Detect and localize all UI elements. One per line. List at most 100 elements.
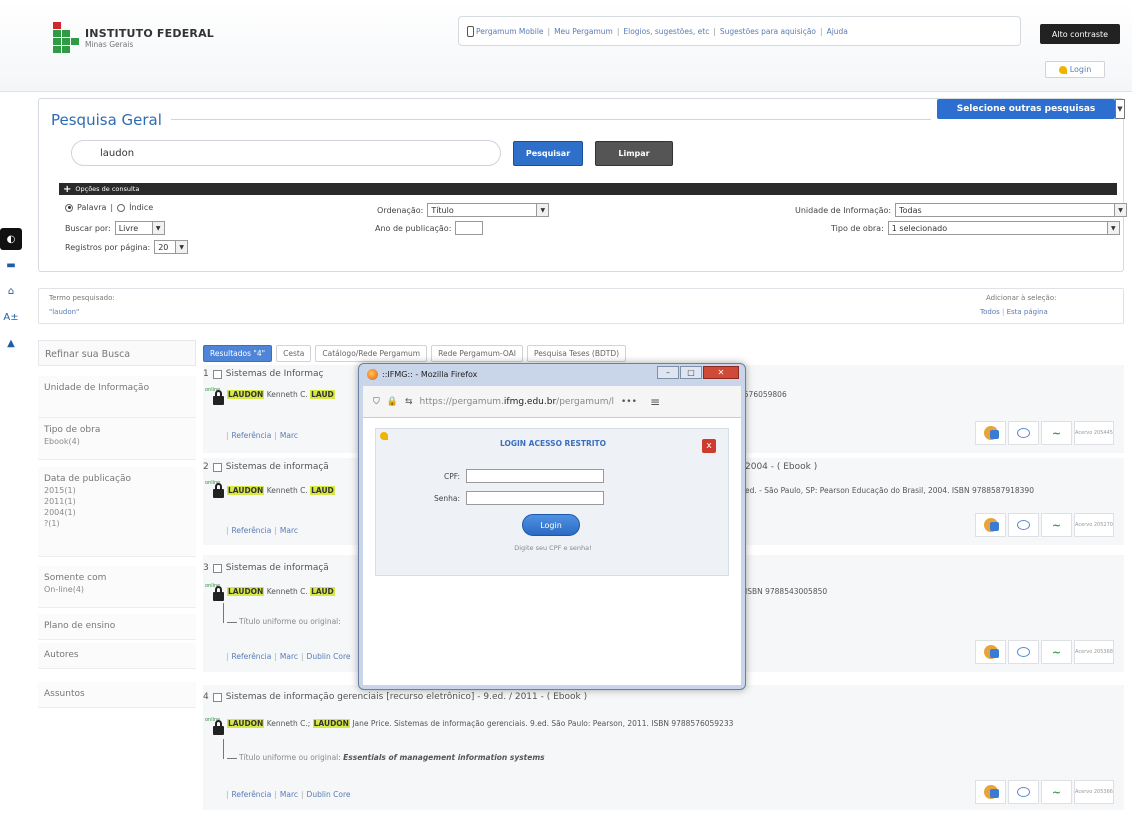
result-actions: ~ Acervo 205368 <box>975 640 1114 664</box>
comment-icon <box>1017 428 1030 438</box>
arrow-up-icon[interactable]: ▲ <box>0 332 22 354</box>
tab-cesta[interactable]: Cesta <box>276 345 312 362</box>
registros-select[interactable]: 20 ▼ <box>154 240 189 254</box>
result-title[interactable]: Sistemas de informaçã <box>226 462 329 472</box>
select-page-link[interactable]: Esta página <box>1007 308 1048 316</box>
nav-sugestoes-aquisicao[interactable]: Sugestões para aquisição <box>720 27 816 36</box>
result-checkbox[interactable] <box>212 462 222 472</box>
maximize-button[interactable]: □ <box>680 366 702 379</box>
radio-palavra[interactable] <box>65 203 73 212</box>
login-hint: Digite seu CPF e senha! <box>514 544 592 552</box>
result-checkbox[interactable] <box>212 369 222 379</box>
nav-pergamum-mobile[interactable]: Pergamum Mobile <box>476 27 544 36</box>
referencia-link[interactable]: Referência <box>232 652 272 661</box>
nav-elogios[interactable]: Elogios, sugestões, etc <box>623 27 709 36</box>
reserve-button[interactable] <box>975 640 1006 664</box>
result-title[interactable]: Sistemas de informação gerenciais [recur… <box>226 692 587 702</box>
refine-data-values[interactable]: 2015(1) 2011(1) 2004(1) ?(1) <box>44 485 190 529</box>
select-all-link[interactable]: Todos <box>980 308 1000 316</box>
senha-input[interactable] <box>466 491 604 505</box>
refine-online-value[interactable]: On-line(4) <box>44 584 190 595</box>
clear-button[interactable]: Limpar <box>595 141 673 166</box>
popup-titlebar[interactable]: ::IFMG:: - Mozilla Firefox <box>367 369 477 380</box>
refine-data-publicacao[interactable]: Data de publicação 2015(1) 2011(1) 2004(… <box>38 467 196 557</box>
tab-rede-oai[interactable]: Rede Pergamum-OAI <box>431 345 523 362</box>
shield-icon[interactable]: ⛉ <box>373 397 380 407</box>
dublin-core-link[interactable]: Dublin Core <box>307 790 351 799</box>
result-title[interactable]: Sistemas de Informaç <box>226 369 324 379</box>
nav-ajuda[interactable]: Ajuda <box>827 27 848 36</box>
nav-meu-pergamum[interactable]: Meu Pergamum <box>554 27 613 36</box>
font-size-button[interactable]: A± <box>0 306 22 328</box>
dublin-core-link[interactable]: Dublin Core <box>307 652 351 661</box>
other-searches-button[interactable]: Selecione outras pesquisas <box>937 99 1115 119</box>
result-checkbox[interactable] <box>212 563 222 573</box>
buscar-por-select[interactable]: Livre ▼ <box>114 221 165 235</box>
marc-link[interactable]: Marc <box>280 652 298 661</box>
result-authors: LAUDON Kenneth C. LAUD <box>227 486 335 495</box>
menu-icon[interactable]: ≡ <box>650 395 660 409</box>
stats-button[interactable]: ~ <box>1041 640 1072 664</box>
tab-pesquisa-teses[interactable]: Pesquisa Teses (BDTD) <box>526 345 627 362</box>
result-uniform-title: Título uniforme ou original: <box>223 603 341 626</box>
url-text[interactable]: https://pergamum.ifmg.edu.br/pergamum/l <box>420 397 614 407</box>
comment-button[interactable] <box>1008 640 1039 664</box>
reserve-button[interactable] <box>975 421 1006 445</box>
radio-indice[interactable] <box>117 203 126 212</box>
termo-value: "laudon" <box>49 308 80 316</box>
stats-button[interactable]: ~ <box>1041 421 1072 445</box>
result-authors: LAUDON Kenneth C. LAUD <box>227 390 335 399</box>
institute-logo[interactable]: INSTITUTO FEDERAL Minas Gerais <box>53 22 214 53</box>
refine-autores[interactable]: Autores <box>38 643 196 669</box>
search-input[interactable] <box>71 140 501 166</box>
home-icon[interactable]: ⌂ <box>0 280 22 302</box>
comment-button[interactable] <box>1008 513 1039 537</box>
cpf-input[interactable] <box>466 469 604 483</box>
unidade-select[interactable]: Todas ▼ <box>895 203 1128 217</box>
high-contrast-button[interactable]: Alto contraste <box>1040 24 1120 44</box>
ordenacao-select[interactable]: Título ▼ <box>427 203 550 217</box>
refine-plano-ensino[interactable]: Plano de ensino <box>38 614 196 640</box>
result-title[interactable]: Sistemas de informaçã <box>226 563 329 573</box>
marc-link[interactable]: Marc <box>280 431 298 440</box>
tab-catalogo-rede[interactable]: Catálogo/Rede Pergamum <box>315 345 428 362</box>
page-actions-button[interactable]: ••• <box>621 397 637 407</box>
restricted-lock-icon: online <box>205 583 229 605</box>
url-bar: ⛉ 🔒 ⇆ https://pergamum.ifmg.edu.br/perga… <box>363 386 741 418</box>
comment-button[interactable] <box>1008 780 1039 804</box>
refine-tipo-obra[interactable]: Tipo de obra Ebook(4) <box>38 418 196 460</box>
referencia-link[interactable]: Referência <box>232 526 272 535</box>
result-actions: ~ Acervo 205366 <box>975 780 1114 804</box>
window-close-button[interactable]: ✕ <box>703 366 739 379</box>
ano-publicacao-input[interactable] <box>455 221 484 235</box>
contrast-toggle-icon[interactable]: ◐ <box>0 228 22 250</box>
reserve-button[interactable] <box>975 513 1006 537</box>
chevron-down-icon[interactable]: ▼ <box>1115 99 1125 119</box>
search-button[interactable]: Pesquisar <box>513 141 583 166</box>
minimize-button[interactable]: – <box>657 366 679 379</box>
header-login-button[interactable]: Login <box>1045 61 1105 78</box>
refine-somente-com[interactable]: Somente com On-line(4) <box>38 566 196 608</box>
result-checkbox[interactable] <box>212 692 222 702</box>
marc-link[interactable]: Marc <box>280 526 298 535</box>
stats-button[interactable]: ~ <box>1041 780 1072 804</box>
tab-resultados[interactable]: Resultados "4" <box>203 345 273 362</box>
folder-icon[interactable]: ▬ <box>0 254 22 276</box>
tipo-obra-select[interactable]: 1 selecionado ▼ <box>887 221 1120 235</box>
lock-icon[interactable]: 🔒 <box>387 397 398 407</box>
login-submit-button[interactable]: Login <box>522 514 580 536</box>
login-close-button[interactable]: x <box>702 439 716 453</box>
search-options-header[interactable]: + Opções de consulta <box>59 183 1117 195</box>
refine-unidade[interactable]: Unidade de Informação <box>38 376 196 418</box>
comment-button[interactable] <box>1008 421 1039 445</box>
permissions-icon[interactable]: ⇆ <box>405 397 413 407</box>
comment-icon <box>1017 520 1030 530</box>
marc-link[interactable]: Marc <box>280 790 298 799</box>
stats-button[interactable]: ~ <box>1041 513 1072 537</box>
referencia-link[interactable]: Referência <box>232 431 272 440</box>
refine-tipo-obra-values[interactable]: Ebook(4) <box>44 436 190 447</box>
refine-assuntos[interactable]: Assuntos <box>38 682 196 708</box>
reserve-button[interactable] <box>975 780 1006 804</box>
search-term-bar: Termo pesquisado: "laudon" Adicionar à s… <box>38 288 1124 324</box>
referencia-link[interactable]: Referência <box>232 790 272 799</box>
